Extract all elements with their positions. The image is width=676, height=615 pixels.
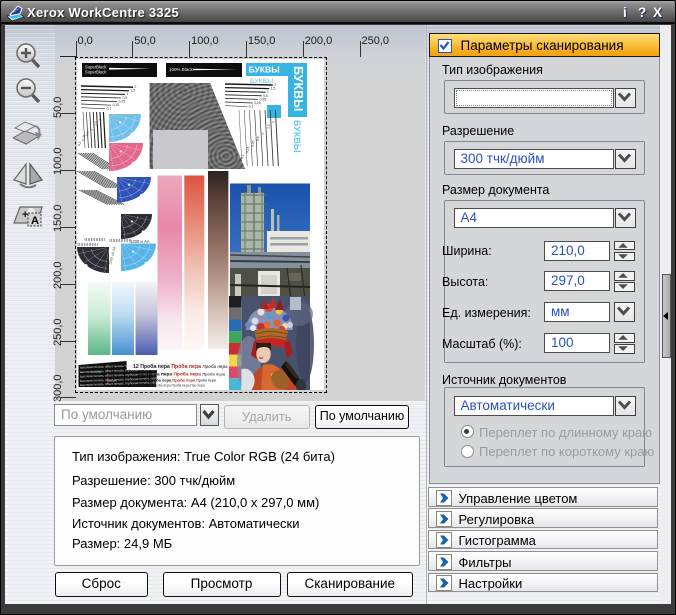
svg-text:A: A [31,215,39,227]
svg-text:+: + [22,209,28,221]
